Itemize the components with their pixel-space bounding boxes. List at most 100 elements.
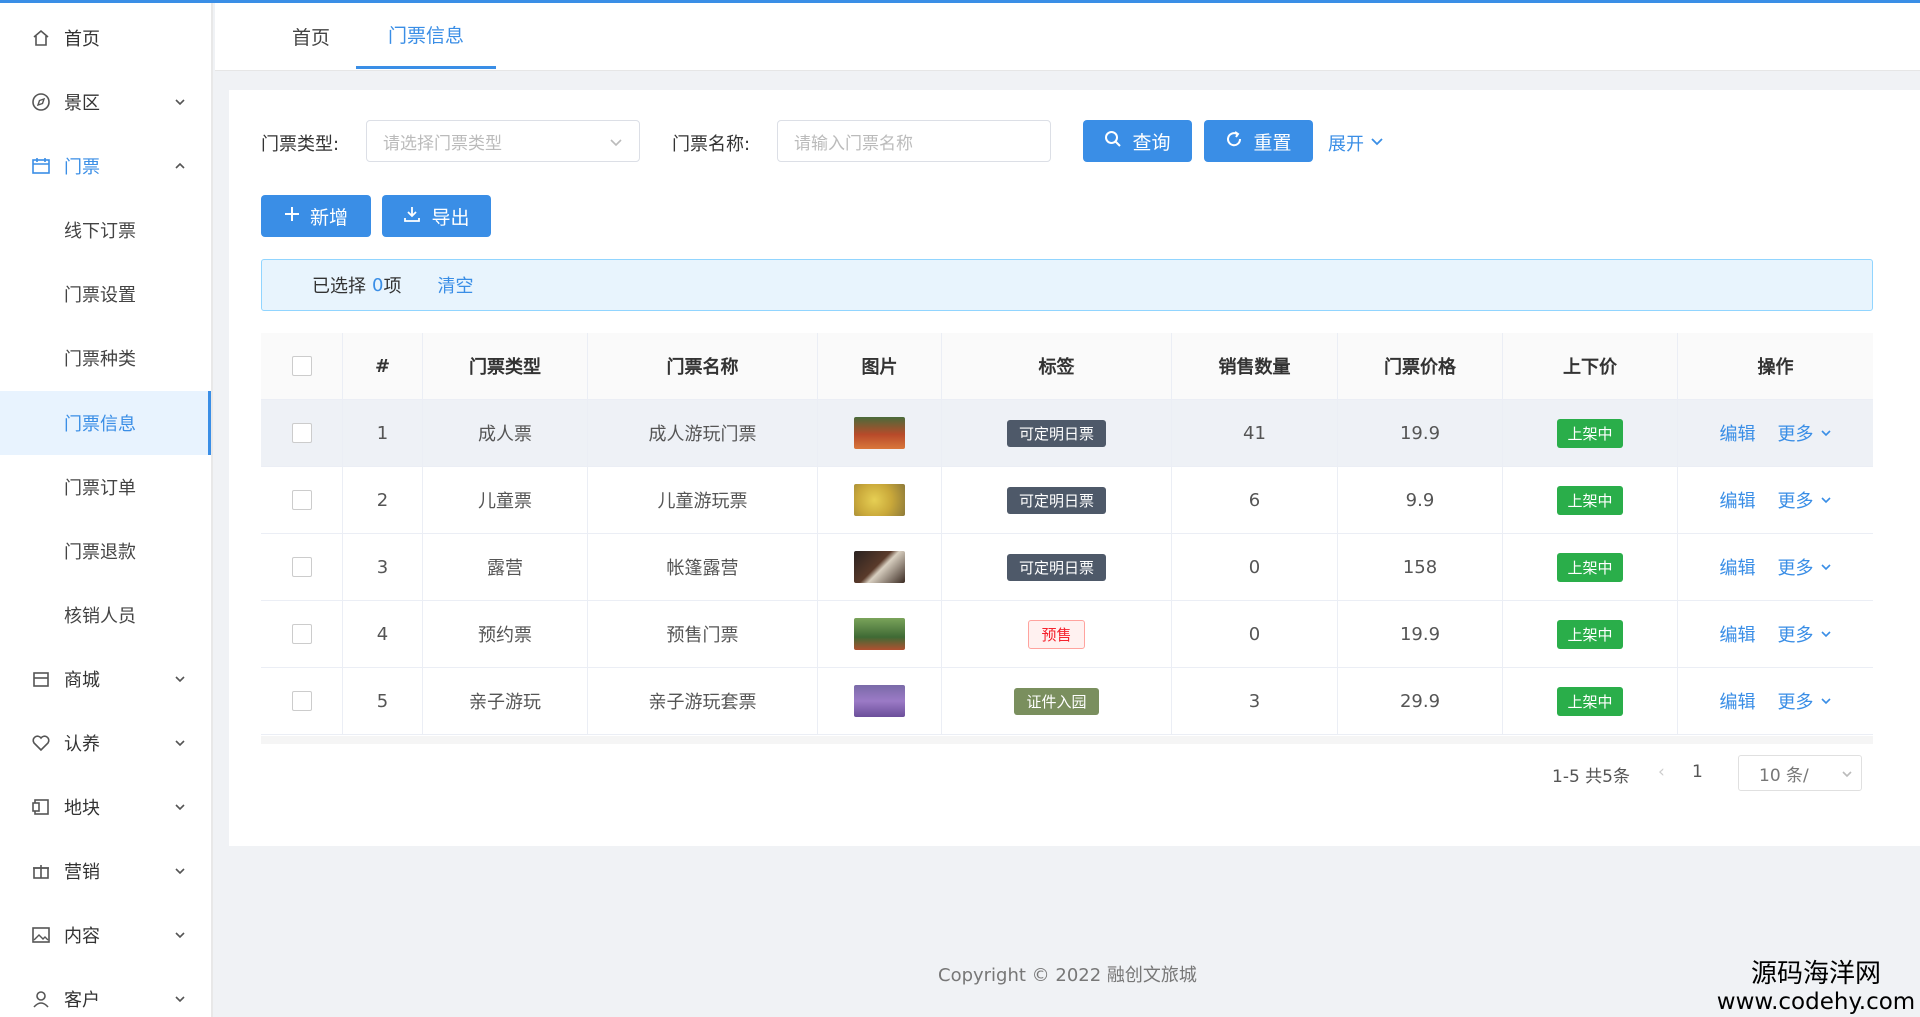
expand-toggle[interactable]: 展开 — [1328, 130, 1384, 156]
price-cell: 29.9 — [1338, 668, 1503, 734]
ticket-name-label: 门票名称: — [672, 134, 751, 155]
more-label: 更多 — [1777, 625, 1814, 646]
image-cell — [818, 534, 942, 600]
ticket-thumbnail[interactable] — [854, 551, 905, 583]
reset-button-label: 重置 — [1253, 131, 1292, 154]
watermark: 源码海洋网 www.codehy.com — [1712, 960, 1920, 1016]
ticket-thumbnail[interactable] — [854, 484, 905, 516]
sold-count-cell: 0 — [1172, 601, 1338, 667]
more-dropdown[interactable]: 更多 — [1778, 487, 1832, 513]
submenu-item-ticket-refunds[interactable]: 门票退款 — [0, 519, 211, 583]
export-button[interactable]: 导出 — [382, 195, 491, 237]
submenu-item-ticket-orders[interactable]: 门票订单 — [0, 455, 211, 519]
tag-cell: 证件入园 — [942, 668, 1172, 734]
more-label: 更多 — [1777, 424, 1814, 445]
row-checkbox[interactable] — [291, 490, 312, 510]
row-checkbox-cell — [261, 467, 343, 533]
ticket-name-input[interactable]: 请输入门票名称 — [777, 120, 1051, 162]
page-size-select[interactable]: 10 条/ — [1738, 755, 1862, 791]
status-badge[interactable]: 上架中 — [1557, 485, 1623, 515]
ticket-thumbnail[interactable] — [854, 417, 905, 449]
table-row: 3 露营 帐篷露营 可定明日票 0 158 上架中 编辑 更多 — [261, 534, 1873, 601]
tab-bar: 首页 门票信息 — [215, 3, 1920, 71]
chevron-down-icon — [1370, 133, 1384, 154]
ticket-thumbnail[interactable] — [854, 618, 905, 650]
ticket-name-cell: 帐篷露营 — [588, 534, 818, 600]
row-checkbox[interactable] — [291, 557, 312, 577]
ticket-thumbnail[interactable] — [854, 685, 905, 717]
sidebar-item-scenic[interactable]: 景区 — [0, 70, 211, 134]
add-button[interactable]: 新增 — [261, 195, 371, 237]
sidebar-item-adopt[interactable]: 认养 — [0, 711, 211, 775]
row-checkbox[interactable] — [291, 423, 312, 443]
submenu-item-label: 门票信息 — [64, 414, 136, 435]
edit-link[interactable]: 编辑 — [1720, 420, 1756, 446]
selection-suffix: 项 — [383, 276, 402, 297]
tab-home[interactable]: 首页 — [259, 3, 363, 69]
status-badge[interactable]: 上架中 — [1557, 418, 1623, 448]
pagination-total: 1-5 共5条 — [1552, 767, 1630, 787]
more-dropdown[interactable]: 更多 — [1778, 621, 1832, 647]
sidebar-item-plot[interactable]: 地块 — [0, 775, 211, 839]
sold-count-cell: 41 — [1172, 400, 1338, 466]
clear-selection-link[interactable]: 清空 — [437, 272, 473, 298]
sidebar-item-label: 景区 — [64, 93, 100, 114]
submenu-item-ticket-settings[interactable]: 门票设置 — [0, 262, 211, 326]
edit-link[interactable]: 编辑 — [1720, 554, 1756, 580]
sidebar-item-home[interactable]: 首页 — [0, 6, 211, 70]
more-dropdown[interactable]: 更多 — [1778, 688, 1832, 714]
ticket-type-select[interactable]: 请选择门票类型 — [366, 120, 640, 162]
chevron-down-icon — [173, 864, 187, 878]
page-number-current[interactable]: 1 — [1692, 762, 1703, 782]
price-cell: 9.9 — [1338, 467, 1503, 533]
row-index: 3 — [343, 534, 423, 600]
status-badge[interactable]: 上架中 — [1557, 552, 1623, 582]
column-header: # — [343, 333, 423, 399]
sidebar-item-content[interactable]: 内容 — [0, 903, 211, 967]
image-cell — [818, 668, 942, 734]
prev-page-icon[interactable]: ‹ — [1658, 762, 1665, 782]
row-checkbox[interactable] — [291, 691, 312, 711]
ticket-type-cell: 亲子游玩 — [423, 668, 588, 734]
sidebar-item-label: 营销 — [64, 862, 100, 883]
edit-link[interactable]: 编辑 — [1720, 621, 1756, 647]
sidebar-item-marketing[interactable]: 营销 — [0, 839, 211, 903]
sidebar-item-ticket[interactable]: 门票 — [0, 134, 211, 198]
submenu-item-label: 线下订票 — [64, 221, 136, 242]
table-scrollbar[interactable] — [261, 736, 1873, 744]
user-icon — [30, 988, 52, 1010]
selection-alert: 已选择 0 项 清空 — [261, 259, 1873, 311]
ticket-tag: 可定明日票 — [1006, 419, 1106, 447]
submenu-item-offline-booking[interactable]: 线下订票 — [0, 198, 211, 262]
submenu-item-verifiers[interactable]: 核销人员 — [0, 583, 211, 647]
operations-cell: 编辑 更多 — [1678, 601, 1873, 667]
submenu-item-ticket-types[interactable]: 门票种类 — [0, 326, 211, 390]
column-header: 门票价格 — [1338, 333, 1503, 399]
query-button[interactable]: 查询 — [1083, 120, 1192, 162]
sidebar: 首页 景区 门票 线下订票 门票设置 门票种类 门票信息 门票订单 门票退款 核… — [0, 3, 213, 1017]
more-dropdown[interactable]: 更多 — [1778, 420, 1832, 446]
more-label: 更多 — [1777, 692, 1814, 713]
tab-ticket-info[interactable]: 门票信息 — [356, 3, 496, 69]
plus-icon — [284, 205, 300, 227]
status-badge[interactable]: 上架中 — [1557, 619, 1623, 649]
more-dropdown[interactable]: 更多 — [1778, 554, 1832, 580]
selection-prefix: 已选择 — [312, 276, 366, 297]
ticket-icon — [30, 155, 52, 177]
row-checkbox[interactable] — [291, 624, 312, 644]
query-button-label: 查询 — [1132, 131, 1171, 154]
chevron-down-icon — [173, 672, 187, 686]
sidebar-item-shop[interactable]: 商城 — [0, 647, 211, 711]
status-badge[interactable]: 上架中 — [1557, 686, 1623, 716]
reset-button[interactable]: 重置 — [1204, 120, 1313, 162]
edit-link[interactable]: 编辑 — [1720, 487, 1756, 513]
submenu-item-ticket-info[interactable]: 门票信息 — [0, 391, 211, 455]
ticket-type-cell: 预约票 — [423, 601, 588, 667]
row-index: 4 — [343, 601, 423, 667]
edit-link[interactable]: 编辑 — [1720, 688, 1756, 714]
sidebar-item-customer[interactable]: 客户 — [0, 967, 211, 1017]
row-checkbox-cell — [261, 534, 343, 600]
select-all-checkbox[interactable] — [291, 356, 312, 376]
ticket-type-cell: 露营 — [423, 534, 588, 600]
chevron-down-icon — [1820, 631, 1831, 638]
